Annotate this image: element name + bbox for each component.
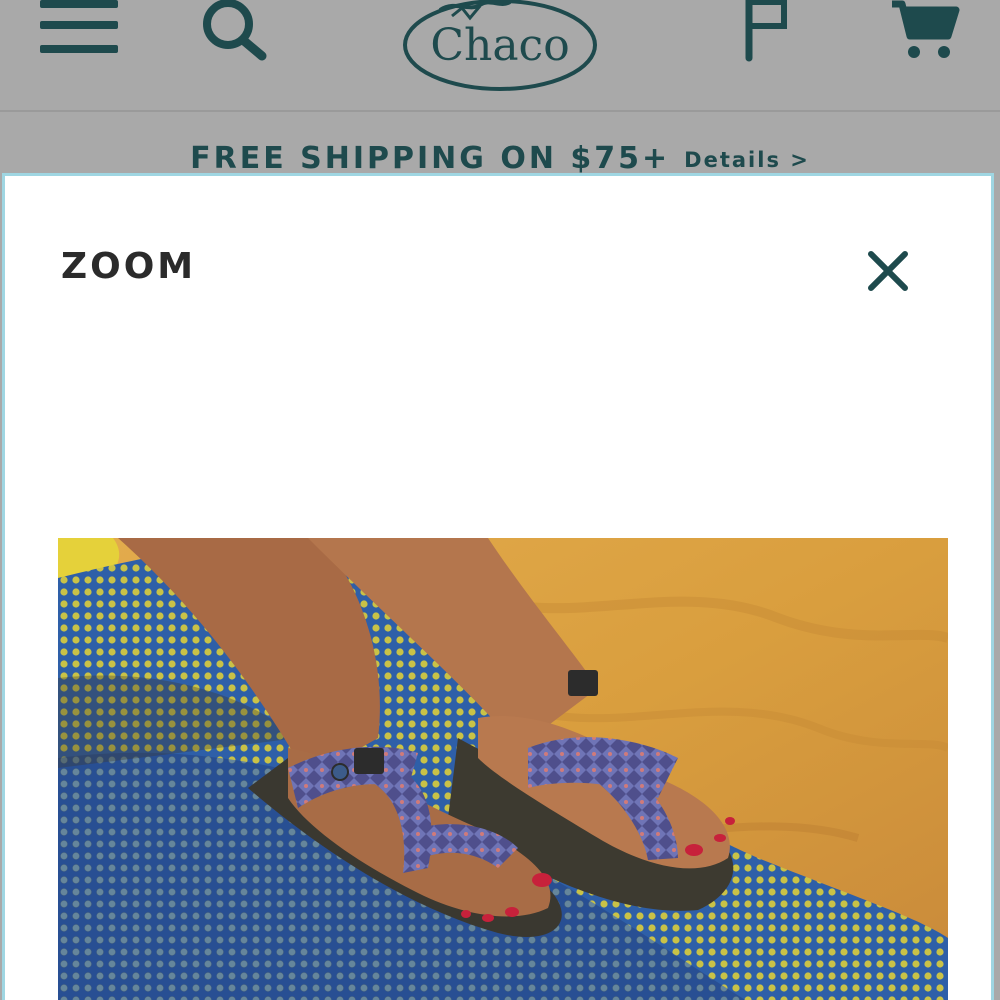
logo-mark: Chaco xyxy=(403,0,597,91)
site-header: Chaco xyxy=(0,0,1000,112)
product-photo xyxy=(58,538,948,1000)
flag-icon xyxy=(745,0,787,62)
shopping-cart-icon xyxy=(892,0,960,58)
hamburger-menu-icon xyxy=(40,0,118,53)
modal-title: ZOOM xyxy=(61,246,197,287)
close-icon xyxy=(868,251,908,291)
promo-banner: FREE SHIPPING ON $75+ Details > xyxy=(0,112,1000,176)
zoom-modal: ZOOM xyxy=(2,173,994,1000)
menu-button[interactable] xyxy=(38,0,120,62)
cart-button[interactable] xyxy=(890,0,960,62)
promo-details-link[interactable]: Details > xyxy=(684,148,810,172)
logo-text: Chaco xyxy=(430,20,569,71)
chaco-logo[interactable]: Chaco xyxy=(400,0,600,95)
close-button[interactable] xyxy=(867,250,909,292)
search-button[interactable] xyxy=(200,0,270,62)
promo-text: FREE SHIPPING ON $75+ xyxy=(190,140,671,176)
store-locator-button[interactable] xyxy=(740,0,796,62)
zoomed-product-image[interactable] xyxy=(58,538,948,1000)
search-icon xyxy=(203,0,267,61)
